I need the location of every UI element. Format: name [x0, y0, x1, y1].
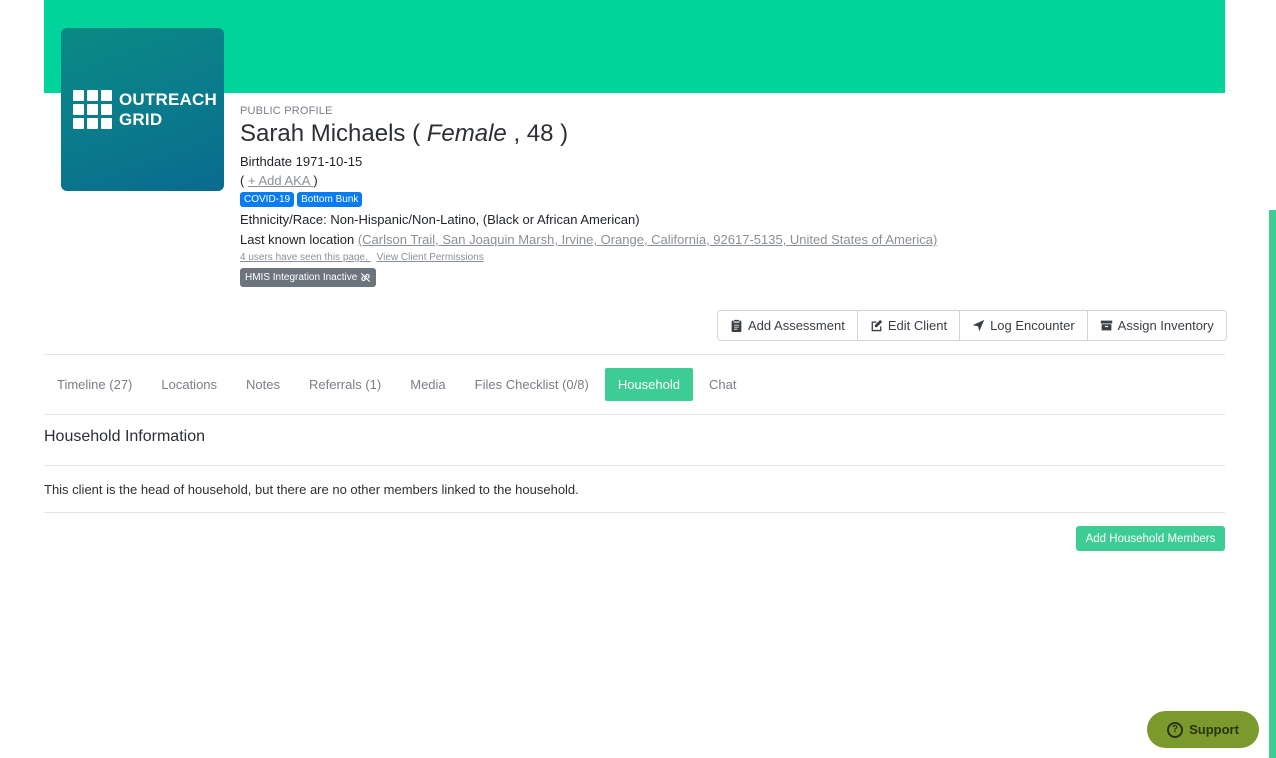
client-gender: Female	[426, 120, 507, 147]
last-location-link[interactable]: (Carlson Trail, San Joaquin Marsh, Irvin…	[358, 232, 938, 247]
scrollbar[interactable]	[1269, 210, 1276, 758]
log-encounter-button[interactable]: Log Encounter	[960, 311, 1088, 340]
tab-locations[interactable]: Locations	[148, 368, 230, 401]
tab-referrals[interactable]: Referrals (1)	[296, 368, 394, 401]
birthdate-row: Birthdate 1971-10-15	[240, 154, 363, 169]
view-permissions-link[interactable]: View Client Permissions	[377, 252, 484, 263]
support-button[interactable]: ? Support	[1147, 711, 1259, 748]
ethnicity-row: Ethnicity/Race: Non-Hispanic/Non-Latino,…	[240, 212, 640, 227]
profile-kicker: PUBLIC PROFILE	[240, 105, 333, 117]
tab-timeline[interactable]: Timeline (27)	[44, 368, 145, 401]
tab-files-checklist[interactable]: Files Checklist (0/8)	[462, 368, 602, 401]
aka-row: ( + Add AKA )	[240, 173, 318, 188]
users-seen-link[interactable]: 4 users have seen this page.	[240, 252, 371, 263]
assign-inventory-button[interactable]: Assign Inventory	[1087, 311, 1226, 340]
household-section-title: Household Information	[44, 428, 205, 445]
location-row: Last known location (Carlson Trail, San …	[240, 232, 938, 247]
client-name-heading: Sarah Michaels ( Female , 48 )	[240, 120, 569, 147]
divider	[44, 414, 1225, 415]
archive-icon	[1100, 320, 1112, 331]
hmis-status-badge: HMIS Integration Inactive	[240, 268, 377, 287]
profile-tabs: Timeline (27) Locations Notes Referrals …	[44, 368, 752, 401]
unlink-icon	[361, 272, 371, 283]
client-name: Sarah Michaels	[240, 120, 406, 147]
tab-notes[interactable]: Notes	[233, 368, 293, 401]
logo-text: OUTREACH GRID	[119, 90, 217, 129]
client-badges: COVID-19 Bottom Bunk	[240, 192, 937, 207]
tab-household[interactable]: Household	[604, 368, 693, 401]
location-arrow-icon	[972, 319, 985, 332]
edit-client-button[interactable]: Edit Client	[857, 311, 961, 340]
tab-media[interactable]: Media	[397, 368, 458, 401]
clipboard-icon	[731, 319, 742, 332]
client-age: 48	[526, 120, 554, 147]
badge-covid-19: COVID-19	[240, 192, 295, 207]
divider	[44, 354, 1225, 355]
add-aka-link[interactable]: + Add AKA	[248, 173, 313, 188]
household-message: This client is the head of household, bu…	[44, 482, 579, 497]
question-circle-icon: ?	[1167, 721, 1184, 738]
add-assessment-button[interactable]: Add Assessment	[718, 311, 858, 340]
badge-bottom-bunk: Bottom Bunk	[297, 192, 363, 207]
client-actions: Add Assessment Edit Client Log Encounter…	[717, 310, 1227, 341]
page-views-row: 4 users have seen this page. View Client…	[240, 252, 937, 263]
divider	[44, 465, 1225, 466]
profile-details: PUBLIC PROFILE Sarah Michaels ( Female ,…	[240, 105, 937, 287]
edit-icon	[871, 319, 883, 332]
outreach-grid-logo-icon	[73, 90, 114, 129]
birthdate-value: 1971-10-15	[295, 154, 363, 169]
tab-chat[interactable]: Chat	[696, 368, 749, 401]
client-avatar: OUTREACH GRID	[61, 28, 224, 191]
divider	[44, 512, 1225, 513]
ethnicity-value: Non-Hispanic/Non-Latino, (Black or Afric…	[330, 212, 640, 227]
add-household-members-button[interactable]: Add Household Members	[1076, 526, 1225, 551]
